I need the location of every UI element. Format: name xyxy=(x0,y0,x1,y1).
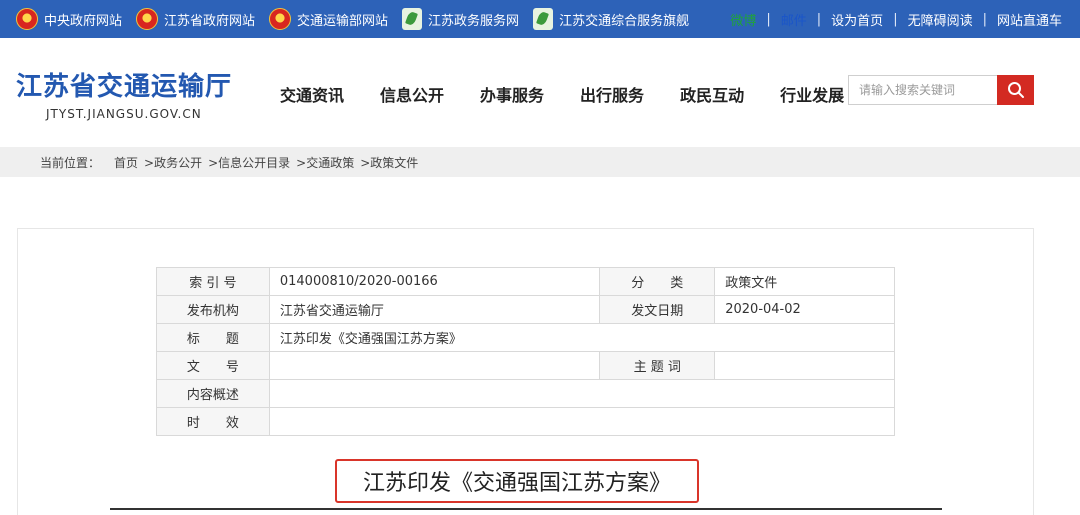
breadcrumb-policy-docs[interactable]: >政策文件 xyxy=(360,154,418,171)
meta-label: 分 类 xyxy=(599,267,716,296)
leaf-logo-icon xyxy=(533,8,554,30)
table-row: 时 效 xyxy=(156,407,896,436)
breadcrumb-traffic-policy[interactable]: >交通政策 xyxy=(296,154,354,171)
meta-label: 索 引 号 xyxy=(156,267,270,296)
link-central-gov[interactable]: 中央政府网站 xyxy=(16,8,122,30)
site-domain: JTYST.JIANGSU.GOV.CN xyxy=(46,107,202,121)
weibo-link[interactable]: 微博 xyxy=(730,10,756,29)
title-divider xyxy=(110,508,942,510)
breadcrumb-label: 当前位置： xyxy=(40,155,101,170)
nav-info-disclosure[interactable]: 信息公开 xyxy=(380,82,444,106)
national-emblem-icon xyxy=(136,8,159,30)
site-title[interactable]: 江苏省交通运输厅 xyxy=(16,66,232,103)
nav-traffic-news[interactable]: 交通资讯 xyxy=(280,82,344,106)
meta-label: 发布机构 xyxy=(156,295,270,324)
top-right-links: 微博 | 邮件 | 设为首页 | 无障碍阅读 | 网站直通车 xyxy=(730,0,1062,38)
search-input[interactable] xyxy=(848,75,997,105)
link-jiangsu-gov-label: 江苏省政府网站 xyxy=(164,13,256,29)
search-button[interactable] xyxy=(997,75,1034,105)
meta-label: 发文日期 xyxy=(599,295,716,324)
table-row: 标 题 江苏印发《交通强国江苏方案》 xyxy=(156,323,896,352)
breadcrumb: 当前位置： 首页 >政务公开 >信息公开目录 >交通政策 >政策文件 xyxy=(0,147,1080,177)
nav-services[interactable]: 办事服务 xyxy=(480,82,544,106)
breadcrumb-gov-affairs[interactable]: >政务公开 xyxy=(144,154,202,171)
meta-label: 内容概述 xyxy=(156,379,270,408)
meta-date-value: 2020-04-02 xyxy=(714,295,895,324)
accessible-reading-link[interactable]: 无障碍阅读 xyxy=(908,10,973,29)
breadcrumb-home[interactable]: 首页 xyxy=(114,154,138,171)
link-central-gov-label: 中央政府网站 xyxy=(44,13,123,29)
top-links: 中央政府网站 江苏省政府网站 交通运输部网站 江苏政务服务网 江苏交通综合服务旗… xyxy=(0,0,703,38)
nav-industry[interactable]: 行业发展 xyxy=(780,82,844,106)
meta-publisher-value: 江苏省交通运输厅 xyxy=(268,295,601,324)
divider: | xyxy=(766,11,771,27)
table-row: 索 引 号 014000810/2020-00166 分 类 政策文件 xyxy=(156,267,895,296)
link-gov-service[interactable]: 江苏政务服务网 xyxy=(402,8,519,30)
breadcrumb-info-catalog[interactable]: >信息公开目录 xyxy=(208,154,290,171)
link-gov-service-label: 江苏政务服务网 xyxy=(428,13,520,29)
article-title: 江苏印发《交通强国江苏方案》 xyxy=(335,459,699,503)
search-box xyxy=(848,75,1034,105)
divider: | xyxy=(982,11,987,27)
meta-keyword-value xyxy=(714,351,895,380)
set-home-link[interactable]: 设为首页 xyxy=(831,10,883,29)
table-row: 文 号 主 题 词 xyxy=(156,351,895,380)
table-row: 内容概述 xyxy=(156,379,896,408)
meta-docno-value xyxy=(268,351,601,380)
link-traffic-flagship-label: 江苏交通综合服务旗舰 xyxy=(559,13,690,29)
document-meta-table: 索 引 号 014000810/2020-00166 分 类 政策文件 发布机构… xyxy=(156,267,896,436)
meta-label: 时 效 xyxy=(156,407,270,436)
meta-label: 主 题 词 xyxy=(599,351,716,380)
link-mot-label: 交通运输部网站 xyxy=(297,13,389,29)
main-nav: 交通资讯 信息公开 办事服务 出行服务 政民互动 行业发展 xyxy=(280,82,880,106)
national-emblem-icon xyxy=(269,8,292,30)
mail-link[interactable]: 邮件 xyxy=(781,10,807,29)
meta-index-value: 014000810/2020-00166 xyxy=(268,267,601,296)
divider: | xyxy=(893,11,898,27)
meta-summary-value xyxy=(268,379,896,408)
meta-label: 标 题 xyxy=(156,323,270,352)
search-icon xyxy=(1007,82,1024,98)
nav-interaction[interactable]: 政民互动 xyxy=(680,82,744,106)
nav-travel[interactable]: 出行服务 xyxy=(580,82,644,106)
meta-title-value: 江苏印发《交通强国江苏方案》 xyxy=(268,323,896,352)
divider: | xyxy=(816,11,822,27)
meta-validity-value xyxy=(268,407,896,436)
national-emblem-icon xyxy=(16,8,38,30)
site-express-link[interactable]: 网站直通车 xyxy=(997,10,1062,29)
leaf-logo-icon xyxy=(402,8,423,30)
link-jiangsu-gov[interactable]: 江苏省政府网站 xyxy=(136,8,255,30)
top-bar: 中央政府网站 江苏省政府网站 交通运输部网站 江苏政务服务网 江苏交通综合服务旗… xyxy=(0,0,1080,38)
meta-category-value: 政策文件 xyxy=(714,267,895,296)
link-traffic-flagship[interactable]: 江苏交通综合服务旗舰 xyxy=(533,8,689,30)
table-row: 发布机构 江苏省交通运输厅 发文日期 2020-04-02 xyxy=(156,295,895,324)
link-mot[interactable]: 交通运输部网站 xyxy=(269,8,388,30)
meta-label: 文 号 xyxy=(156,351,270,380)
